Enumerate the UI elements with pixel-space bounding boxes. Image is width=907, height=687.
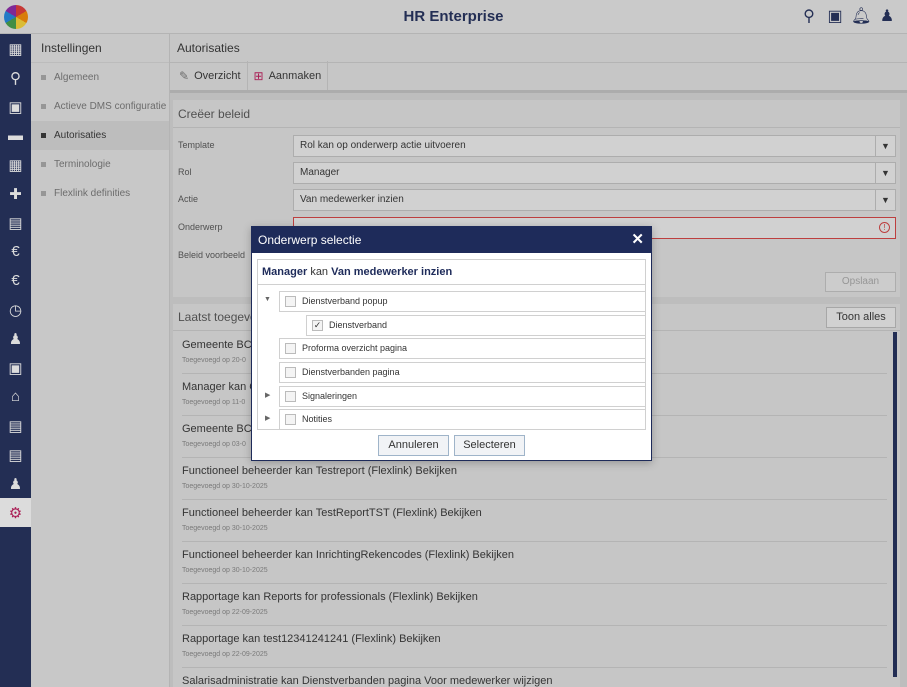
subject-summary: Manager kan Van medewerker inzien [258, 260, 645, 285]
checkbox[interactable] [285, 391, 296, 402]
tree-item-dienstverbanden[interactable]: Dienstverbanden pagina [279, 362, 646, 383]
checkbox[interactable] [285, 367, 296, 378]
select-button[interactable]: Selecteren [454, 435, 525, 456]
checkbox[interactable] [285, 296, 296, 307]
dialog-body: Manager kan Van medewerker inzien ▼ Dien… [257, 259, 646, 430]
dialog-title: Onderwerp selectie [258, 233, 362, 247]
checkbox[interactable] [285, 414, 296, 425]
close-icon[interactable]: ✕ [631, 227, 644, 253]
checkbox-checked[interactable]: ✓ [312, 320, 323, 331]
tree-item-dienstverband-popup[interactable]: Dienstverband popup [279, 291, 646, 312]
subject-join: kan [310, 266, 329, 278]
dialog-header: Onderwerp selectie ✕ [252, 227, 651, 253]
tree-item-label: Signaleringen [302, 391, 358, 401]
tree-item-label: Dienstverband popup [302, 296, 388, 306]
tree-item-label: Dienstverbanden pagina [302, 367, 400, 377]
checkbox[interactable] [285, 343, 296, 354]
subject-selection-dialog: Onderwerp selectie ✕ Manager kan Van med… [251, 226, 652, 461]
subject-action: Van medewerker inzien [331, 266, 453, 278]
subject-role: Manager [262, 266, 308, 278]
tree-item-proforma[interactable]: Proforma overzicht pagina [279, 338, 646, 359]
tree-item-dienstverband[interactable]: ✓ Dienstverband [306, 315, 646, 336]
cancel-button[interactable]: Annuleren [378, 435, 449, 456]
expand-arrow-icon[interactable]: ▶ [265, 391, 270, 399]
expand-arrow-icon[interactable]: ▶ [265, 414, 270, 422]
tree-item-label: Dienstverband [329, 320, 388, 330]
tree-item-notities[interactable]: Notities [279, 409, 646, 430]
tree-item-label: Notities [302, 414, 333, 424]
collapse-arrow-icon[interactable]: ▼ [264, 296, 271, 303]
tree-item-signaleringen[interactable]: Signaleringen [279, 386, 646, 407]
tree-item-label: Proforma overzicht pagina [302, 343, 408, 353]
